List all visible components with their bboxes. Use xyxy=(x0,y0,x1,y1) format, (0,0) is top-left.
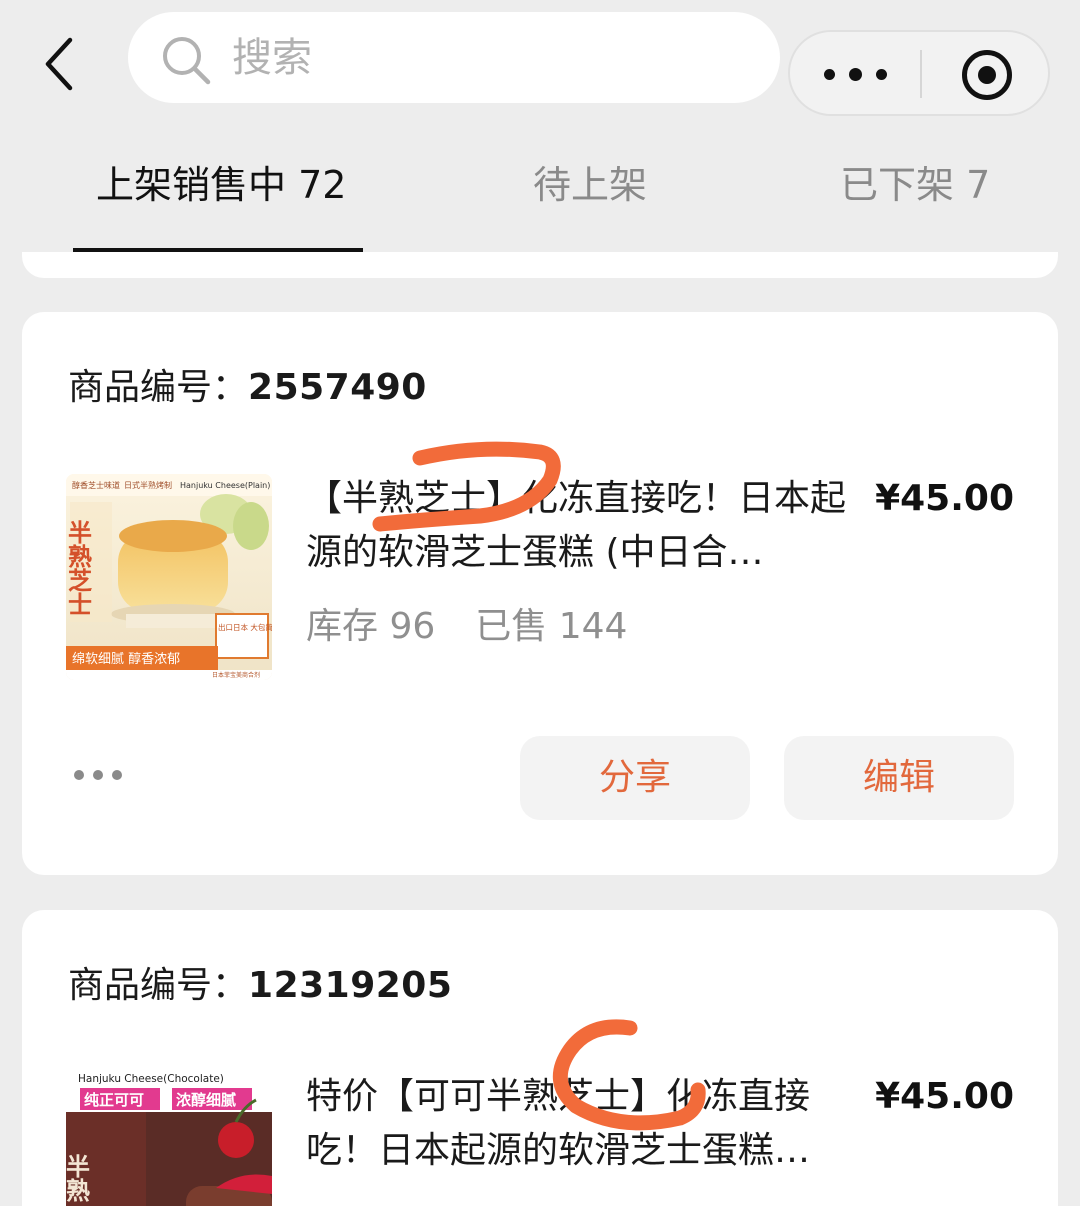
share-button[interactable]: 分享 xyxy=(520,736,750,820)
dot-icon xyxy=(93,770,103,780)
search-input[interactable]: 搜索 xyxy=(128,12,780,103)
status-tabs: 上架销售中 72 待上架 已下架 7 xyxy=(0,130,1080,253)
dot-icon xyxy=(875,68,887,80)
product-title[interactable]: 【半熟芝士】化冻直接吃！日本起源的软滑芝士蛋糕 (中日合… xyxy=(306,472,856,580)
product-card[interactable]: 商品编号：12319205 Hanjuku Cheese(Chocolate) … xyxy=(22,910,1058,1206)
tab-off-shelf[interactable]: 已下架 7 xyxy=(840,160,990,210)
product-price: ¥45.00 xyxy=(875,478,1014,519)
footer-text: 日本菲宝美商合剂 xyxy=(212,671,260,679)
edit-button[interactable]: 编辑 xyxy=(784,736,1014,820)
caption-text: 醇香芝士味道 xyxy=(72,480,120,490)
product-id-label: 商品编号： xyxy=(68,367,249,408)
product-id: 商品编号：12319205 xyxy=(68,964,452,1008)
tab-pending[interactable]: 待上架 xyxy=(533,160,647,210)
product-id: 商品编号：2557490 xyxy=(68,366,427,410)
product-thumbnail[interactable]: Hanjuku Cheese(Chocolate) 纯正可可 浓醇细腻 半熟 xyxy=(66,1070,272,1206)
back-button[interactable] xyxy=(38,36,88,92)
chevron-left-icon xyxy=(45,37,73,91)
product-id-label: 商品编号： xyxy=(68,965,249,1006)
caption-text: 日式半熟烤制 xyxy=(124,480,172,490)
product-id-value: 12319205 xyxy=(248,965,453,1006)
stock-count: 库存 96 xyxy=(306,606,436,647)
top-bar: 搜索 xyxy=(0,0,1080,130)
dot-icon xyxy=(74,770,84,780)
tag-text: 纯正可可 xyxy=(84,1091,144,1109)
vertical-title: 半熟 xyxy=(66,1154,91,1202)
search-placeholder: 搜索 xyxy=(232,35,312,81)
tag-text: 浓醇细腻 xyxy=(176,1091,236,1109)
product-stats: 库存 96 已售 144 xyxy=(306,602,627,652)
dot-icon xyxy=(112,770,122,780)
product-id-value: 2557490 xyxy=(248,367,427,408)
search-icon xyxy=(163,37,211,85)
slogan-text: 绵软细腻 醇香浓郁 xyxy=(72,651,180,667)
tab-on-sale[interactable]: 上架销售中 72 xyxy=(96,160,346,210)
brand-text: Hanjuku Cheese(Plain) xyxy=(180,481,270,490)
more-options-button[interactable] xyxy=(810,52,900,96)
previous-card-edge xyxy=(22,252,1058,278)
dot-icon xyxy=(848,67,862,81)
vertical-title: 半熟芝士 xyxy=(66,520,93,616)
product-title[interactable]: 特价【可可半熟芝士】化冻直接吃！日本起源的软滑芝士蛋糕… xyxy=(306,1070,856,1178)
mini-program-capsule xyxy=(788,30,1050,116)
capsule-divider xyxy=(920,50,922,98)
product-price: ¥45.00 xyxy=(875,1076,1014,1117)
dot-icon xyxy=(823,68,835,80)
chocolate-cheesecake-image: Hanjuku Cheese(Chocolate) 纯正可可 浓醇细腻 半熟 xyxy=(66,1070,272,1206)
product-thumbnail[interactable]: 醇香芝士味道 日式半熟烤制 Hanjuku Cheese(Plain) 半熟芝士… xyxy=(66,474,272,680)
more-actions-button[interactable] xyxy=(74,760,134,790)
badge-text: 出口日本 大包简装 (10x38g) xyxy=(218,622,272,632)
cheesecake-image: 醇香芝士味道 日式半熟烤制 Hanjuku Cheese(Plain) 半熟芝士… xyxy=(66,474,272,680)
product-card[interactable]: 商品编号：2557490 醇香芝士味道 日式半熟烤制 Hanjuku Chees… xyxy=(22,312,1058,875)
close-mini-program-icon[interactable] xyxy=(962,50,1012,100)
sold-count: 已售 144 xyxy=(475,606,628,647)
brand-text: Hanjuku Cheese(Chocolate) xyxy=(78,1073,224,1085)
